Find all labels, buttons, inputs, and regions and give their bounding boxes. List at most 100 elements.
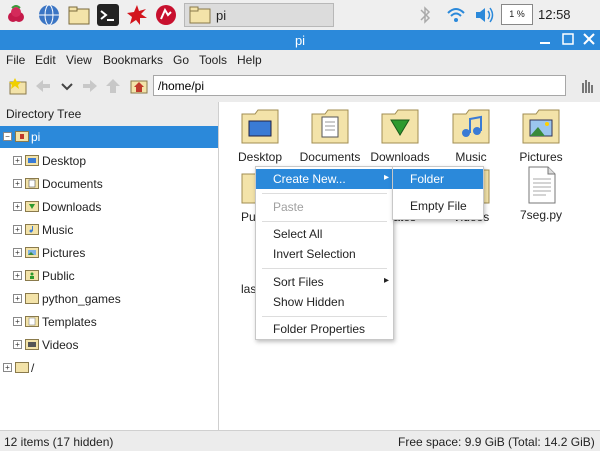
- clock[interactable]: 12:58: [538, 7, 571, 22]
- file-item-music[interactable]: Music: [431, 108, 511, 164]
- taskbar-window-button[interactable]: pi: [184, 3, 334, 27]
- downloads-folder-icon: [25, 200, 39, 212]
- back-icon[interactable]: [34, 77, 52, 95]
- tree-item-python-games[interactable]: + python_games: [0, 288, 218, 310]
- expand-icon[interactable]: +: [13, 317, 22, 326]
- taskbar: pi 1 % 12:58: [0, 0, 600, 31]
- expand-icon[interactable]: +: [13, 340, 22, 349]
- sidebar-header[interactable]: Directory Tree: [0, 102, 218, 127]
- menu-go[interactable]: Go: [173, 53, 189, 67]
- menu-bar: File Edit View Bookmarks Go Tools Help: [0, 50, 600, 70]
- expand-icon[interactable]: +: [13, 248, 22, 257]
- menu-bookmarks[interactable]: Bookmarks: [103, 53, 163, 67]
- tree-item-pictures[interactable]: + Pictures: [0, 242, 218, 264]
- paste-menu-item[interactable]: Paste: [256, 197, 393, 217]
- menu-file[interactable]: File: [6, 53, 25, 67]
- expand-icon[interactable]: +: [3, 363, 12, 372]
- forward-icon[interactable]: [81, 77, 99, 95]
- web-browser-icon[interactable]: [38, 4, 60, 26]
- status-bar: 12 items (17 hidden) Free space: 9.9 GiB…: [0, 430, 600, 451]
- taskbar-window-title: pi: [216, 8, 227, 23]
- pictures-folder-icon: [522, 108, 560, 144]
- folder-icon: [25, 292, 39, 304]
- file-item-pictures[interactable]: Pictures: [501, 108, 581, 164]
- expand-icon[interactable]: +: [13, 202, 22, 211]
- submenu-arrow-icon: ▸: [383, 172, 389, 183]
- documents-folder-icon: [25, 177, 39, 189]
- close-icon[interactable]: [582, 32, 596, 46]
- bluetooth-icon[interactable]: [419, 5, 431, 28]
- collapse-icon[interactable]: −: [3, 132, 12, 141]
- tree-item-label: Public: [42, 269, 75, 283]
- parent-folder-icon[interactable]: [104, 77, 122, 95]
- file-item-7seg-py[interactable]: 7seg.py: [501, 166, 581, 222]
- new-folder-menu-item[interactable]: Folder: [393, 169, 483, 189]
- tree-item-music[interactable]: + Music: [0, 219, 218, 241]
- downloads-folder-icon: [381, 108, 419, 144]
- volume-icon[interactable]: [474, 5, 496, 28]
- new-tab-icon[interactable]: [9, 77, 27, 95]
- folder-properties-menu-item[interactable]: Folder Properties: [256, 319, 393, 339]
- file-name: Pictures: [519, 150, 563, 164]
- expand-icon[interactable]: +: [13, 179, 22, 188]
- tree-item-documents[interactable]: + Documents: [0, 173, 218, 195]
- public-folder-icon: [25, 269, 39, 281]
- desktop-folder-icon: [241, 108, 279, 144]
- maximize-icon[interactable]: [561, 32, 575, 46]
- terminal-icon[interactable]: [97, 4, 119, 26]
- file-item-documents[interactable]: Documents: [290, 108, 370, 164]
- tree-item-label: pi: [31, 130, 41, 144]
- expand-icon[interactable]: +: [13, 156, 22, 165]
- tree-item-root[interactable]: + /: [0, 357, 218, 379]
- mathematica-icon[interactable]: [126, 4, 148, 26]
- jump-to-location-icon[interactable]: [578, 77, 596, 95]
- sort-files-menu-item[interactable]: Sort Files ▸: [256, 272, 393, 292]
- folder-icon: [15, 361, 29, 373]
- tree-item-label: Documents: [42, 177, 103, 191]
- show-hidden-menu-item[interactable]: Show Hidden: [256, 292, 393, 312]
- menu-view[interactable]: View: [66, 53, 92, 67]
- wolfram-icon[interactable]: [155, 4, 177, 26]
- file-item-downloads[interactable]: Downloads: [360, 108, 440, 164]
- tree-item-pi[interactable]: − pi: [0, 126, 218, 148]
- select-all-menu-item[interactable]: Select All: [256, 224, 393, 244]
- wifi-icon[interactable]: [446, 5, 466, 28]
- videos-folder-icon: [25, 338, 39, 350]
- tree-item-downloads[interactable]: + Downloads: [0, 196, 218, 218]
- expand-icon[interactable]: +: [13, 294, 22, 303]
- window-titlebar[interactable]: pi: [0, 30, 600, 50]
- menu-help[interactable]: Help: [237, 53, 262, 67]
- tree-item-label: Music: [42, 223, 74, 237]
- home-folder-icon: [15, 130, 29, 142]
- tree-item-label: Templates: [42, 315, 97, 329]
- raspberry-menu-icon[interactable]: [5, 4, 27, 26]
- create-new-menu-item[interactable]: Create New... ▸: [256, 169, 393, 189]
- tree-item-public[interactable]: + Public: [0, 265, 218, 287]
- music-folder-icon: [25, 223, 39, 235]
- tree-item-videos[interactable]: + Videos: [0, 334, 218, 356]
- menu-edit[interactable]: Edit: [35, 53, 56, 67]
- tree-item-templates[interactable]: + Templates: [0, 311, 218, 333]
- file-manager-icon[interactable]: [68, 4, 90, 26]
- menu-tools[interactable]: Tools: [199, 53, 227, 67]
- context-menu: Create New... ▸ Paste Select All Invert …: [255, 166, 394, 340]
- expand-icon[interactable]: +: [13, 225, 22, 234]
- invert-selection-menu-item[interactable]: Invert Selection: [256, 244, 393, 264]
- sidebar-header-label: Directory Tree: [6, 107, 82, 121]
- tree-item-desktop[interactable]: + Desktop: [0, 150, 218, 172]
- new-empty-file-menu-item[interactable]: Empty File: [393, 196, 483, 216]
- file-item-desktop[interactable]: Desktop: [220, 108, 300, 164]
- expand-icon[interactable]: +: [13, 271, 22, 280]
- create-new-submenu: Folder Empty File: [392, 166, 484, 220]
- minimize-icon[interactable]: [538, 32, 552, 46]
- location-bar[interactable]: [153, 75, 566, 96]
- cpu-monitor[interactable]: 1 %: [501, 4, 533, 25]
- directory-tree-pane: Directory Tree − pi + Desktop + Document…: [0, 102, 219, 430]
- file-name: Desktop: [237, 150, 283, 164]
- file-name: 7seg.py: [519, 208, 563, 222]
- templates-folder-icon: [25, 315, 39, 327]
- tree-item-label: python_games: [42, 292, 121, 306]
- home-icon[interactable]: [130, 77, 148, 95]
- item-count: 12 items (17 hidden): [4, 435, 114, 449]
- history-dropdown-icon[interactable]: [58, 77, 76, 95]
